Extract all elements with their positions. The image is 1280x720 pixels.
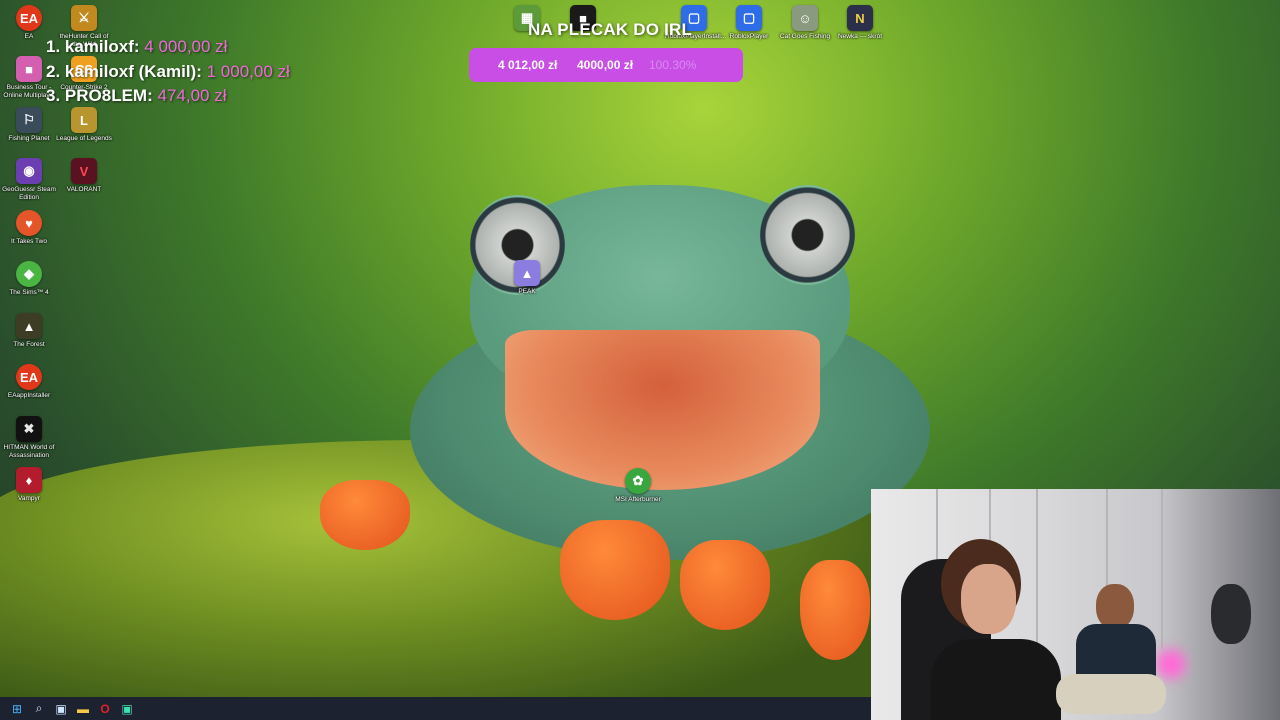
cat-goes-fishing-icon: ☺ — [792, 5, 818, 31]
top-donors-list: 1. kamiloxf: 4 000,00 zł 2. kamiloxf (Ka… — [46, 35, 290, 109]
icon-label: RobloxPlayer — [729, 33, 769, 40]
frog-mouth — [505, 330, 820, 490]
donor-amount: 474,00 zł — [157, 86, 227, 105]
icon-label: Fishing Planet — [8, 135, 50, 142]
desktop-icon-hitman[interactable]: ✖ HITMAN World of Assassination — [0, 416, 58, 459]
taskbar: ⊞ ⌕ ▣ ▬ O ▣ — [0, 697, 871, 720]
icon-label: MSI Afterburner — [615, 496, 661, 503]
desktop-icon-msi-afterburner[interactable]: ✿ MSI Afterburner — [609, 468, 667, 504]
league-of-legends-icon: L — [71, 107, 97, 133]
webcam-overlay — [871, 489, 1280, 720]
desktop-icon-eaappinstaller[interactable]: EA EAappInstaller — [0, 364, 58, 400]
frog-foot — [680, 540, 770, 630]
roblox-player-icon: ▢ — [736, 5, 762, 31]
desktop-icon-geoguessr[interactable]: ◉ GeoGuessr Steam Edition — [0, 158, 58, 201]
frog-eye — [760, 185, 855, 285]
it-takes-two-icon: ♥ — [16, 210, 42, 236]
desktop-icon-valorant[interactable]: V VALORANT — [55, 158, 113, 194]
frog-foot — [800, 560, 870, 660]
icon-label: GeoGuessr Steam Edition — [2, 186, 56, 201]
microphone — [1211, 584, 1251, 644]
goal-current-amount: 4 012,00 zł — [498, 58, 558, 72]
fishing-planet-icon: ⚐ — [16, 107, 42, 133]
desktop-icon-league-of-legends[interactable]: L League of Legends — [55, 107, 113, 143]
icon-label: Vampyr — [18, 495, 40, 502]
peak-icon: ▲ — [514, 260, 540, 286]
streamer-face — [961, 564, 1016, 634]
frog-foot — [320, 480, 410, 550]
the-forest-icon: ▲ — [16, 313, 42, 339]
guest-head — [1096, 584, 1134, 629]
goal-target-amount: 4000,00 zł — [577, 58, 634, 72]
business-tour-icon: ■ — [16, 56, 42, 82]
donor-row: 2. kamiloxf (Kamil): 1 000,00 zł — [46, 60, 290, 85]
icon-label: Newka — skrót — [837, 33, 883, 40]
donor-row: 1. kamiloxf: 4 000,00 zł — [46, 35, 290, 60]
streamer-top — [931, 639, 1061, 720]
donor-name: 1. kamiloxf: — [46, 37, 140, 56]
icon-label: The Sims™ 4 — [9, 289, 49, 296]
icon-label: PEAK — [518, 288, 536, 295]
desktop-icon-peak[interactable]: ▲ PEAK — [498, 260, 556, 296]
donor-row: 3. PRO8LEM: 474,00 zł — [46, 84, 290, 109]
icon-label: It Takes Two — [11, 238, 47, 245]
icon-label: EAappInstaller — [7, 392, 51, 399]
newka-icon: N — [847, 5, 873, 31]
ea-installer-icon: EA — [16, 364, 42, 390]
donor-name: 3. PRO8LEM: — [46, 86, 153, 105]
file-explorer-icon[interactable]: ▬ — [72, 697, 94, 720]
icon-label: The Forest — [13, 341, 45, 348]
app-icon[interactable]: ▣ — [116, 697, 138, 720]
icon-label: League of Legends — [56, 135, 112, 142]
desktop-icon-roblox-player[interactable]: ▢ RobloxPlayer — [720, 5, 778, 41]
frog-foot — [560, 520, 670, 620]
thehunter-icon: ⚔ — [71, 5, 97, 31]
task-view-icon[interactable]: ▣ — [50, 697, 72, 720]
donor-amount: 1 000,00 zł — [206, 61, 290, 81]
sims4-icon: ◆ — [16, 261, 42, 287]
icon-label: Cat Goes Fishing — [779, 33, 831, 40]
desktop-icon-it-takes-two[interactable]: ♥ It Takes Two — [0, 210, 58, 246]
msi-afterburner-icon: ✿ — [625, 468, 651, 494]
goal-percent: 100.30% — [649, 58, 697, 72]
desktop-icon-vampyr[interactable]: ♦ Vampyr — [0, 467, 58, 503]
hitman-icon: ✖ — [16, 416, 42, 442]
ea-icon: EA — [16, 5, 42, 31]
desktop-icon-cat-goes-fishing[interactable]: ☺ Cat Goes Fishing — [776, 5, 834, 41]
goal-progress-bar: 4 012,00 zł 4000,00 zł 100.30% — [469, 48, 743, 82]
search-icon[interactable]: ⌕ — [28, 697, 50, 720]
desktop-icon-newka[interactable]: N Newka — skrót — [831, 5, 889, 41]
icon-label: VALORANT — [66, 186, 102, 193]
goal-title: NA PLECAK DO IRL — [528, 20, 693, 39]
geoguessr-icon: ◉ — [16, 158, 42, 184]
donor-amount: 4 000,00 zł — [144, 37, 228, 56]
streamer — [931, 539, 1071, 720]
valorant-icon: V — [71, 158, 97, 184]
guest-legs — [1056, 674, 1166, 714]
start-icon[interactable]: ⊞ — [6, 697, 28, 720]
desktop-icon-fishing-planet[interactable]: ⚐ Fishing Planet — [0, 107, 58, 143]
donor-name: 2. kamiloxf (Kamil): — [46, 61, 202, 81]
icon-label: HITMAN World of Assassination — [3, 444, 55, 459]
opera-gx-icon[interactable]: O — [94, 697, 116, 720]
desktop-icon-the-forest[interactable]: ▲ The Forest — [0, 313, 58, 349]
guest — [1056, 584, 1166, 720]
desktop-icon-sims4[interactable]: ◆ The Sims™ 4 — [0, 261, 58, 297]
vampyr-icon: ♦ — [16, 467, 42, 493]
